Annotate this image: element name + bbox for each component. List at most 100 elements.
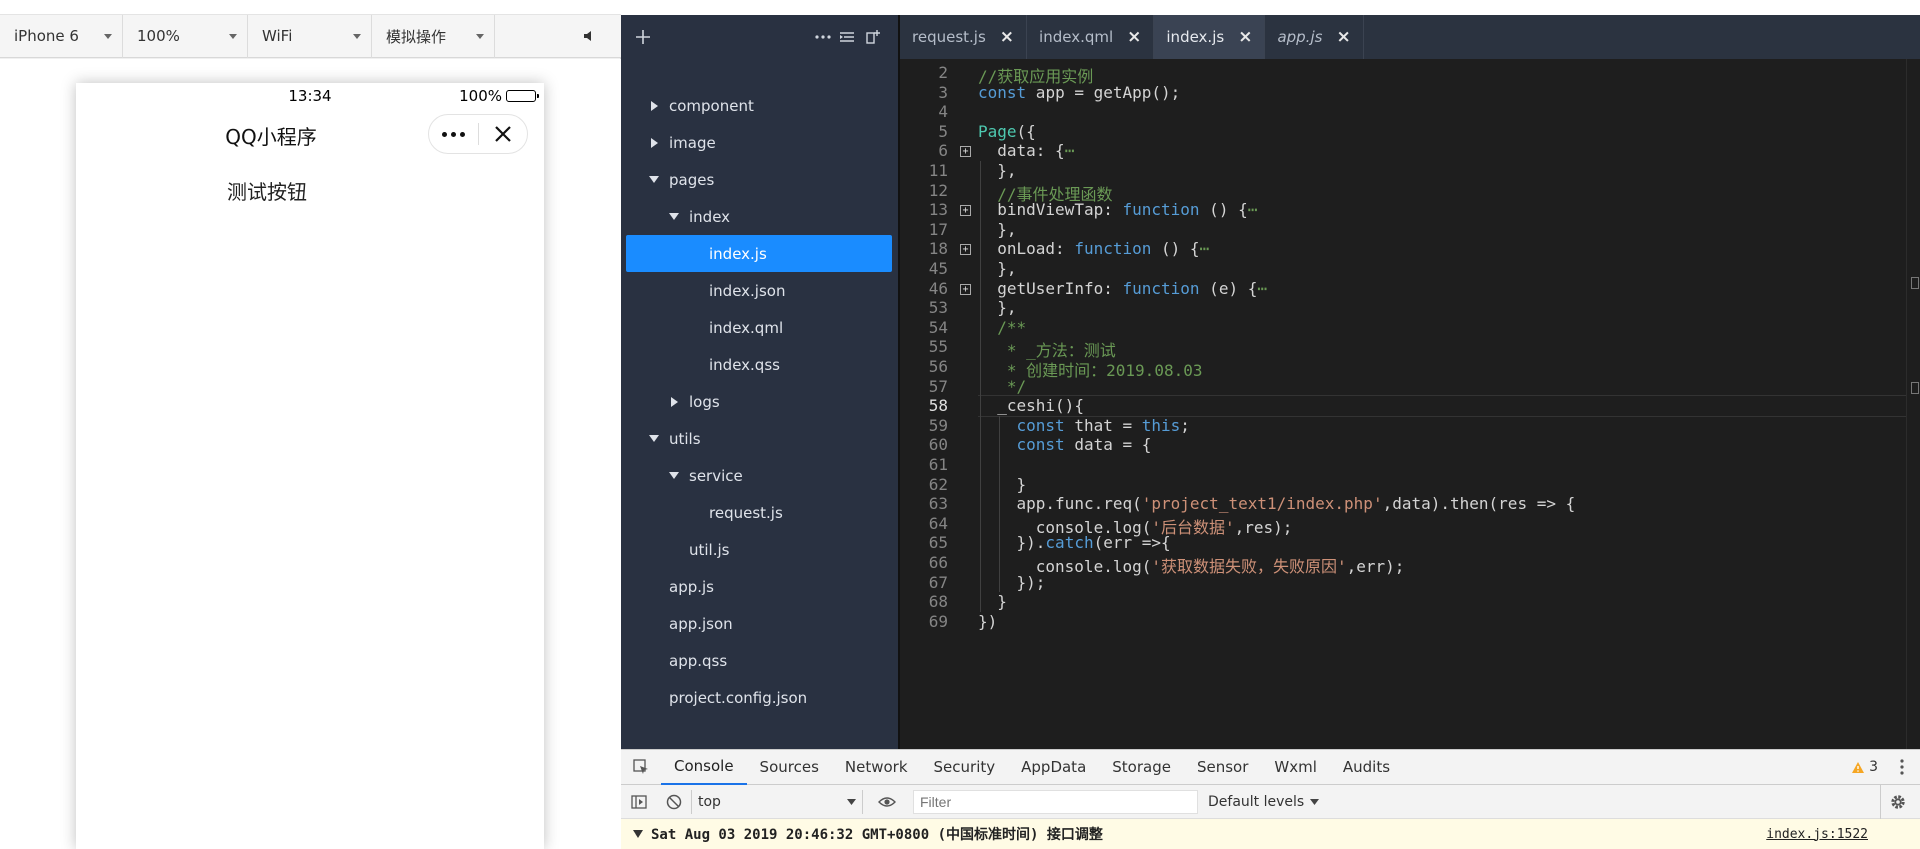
devtools-tab[interactable]: Console [661, 750, 747, 785]
editor-tab[interactable]: index.js × [1154, 15, 1266, 59]
code-token: app.func.req( [1016, 494, 1142, 514]
console-log-row[interactable]: Sat Aug 03 2019 20:46:32 GMT+0800 (中国标准时… [621, 819, 1920, 849]
ellipsis-icon [815, 35, 831, 39]
editor-tab[interactable]: app.js × [1265, 15, 1364, 59]
devtools-tab[interactable]: Wxml [1261, 750, 1330, 785]
code-token: function [1122, 200, 1200, 220]
code-token: data = { [1064, 435, 1152, 455]
code-area[interactable]: 2//获取应用实例 3 const app = getApp(); 4 5 Page({6… [900, 59, 1920, 749]
close-tab-icon[interactable]: × [1336, 27, 1350, 47]
chevron-down-icon [476, 33, 484, 39]
clear-console-button[interactable] [657, 785, 691, 819]
console-log-text: Sat Aug 03 2019 20:46:32 GMT+0800 (中国标准时… [651, 827, 1103, 843]
code-token: ,res); [1234, 517, 1293, 537]
tree-item[interactable]: request.js [621, 494, 898, 531]
close-button[interactable] [478, 115, 527, 153]
code-token: ⋯ [1257, 278, 1267, 298]
tree-item[interactable]: index [621, 198, 898, 235]
tree-item[interactable]: component [621, 87, 898, 124]
tree-item[interactable]: index.js [626, 235, 892, 272]
inspect-button[interactable] [621, 750, 661, 785]
devtools-tab[interactable]: Storage [1099, 750, 1184, 785]
console-filter-input[interactable] [913, 789, 1198, 814]
code-line: }, [997, 220, 1016, 239]
network-select[interactable]: WiFi [248, 14, 372, 58]
tree-item[interactable]: pages [621, 161, 898, 198]
devtools-tab[interactable]: Network [832, 750, 921, 785]
fold-expand-icon[interactable]: + [960, 146, 971, 158]
devtools-tab[interactable]: Security [921, 750, 1009, 785]
context-select[interactable]: top [691, 789, 863, 814]
more-options-button[interactable] [813, 15, 833, 59]
code-token: console.log( [1035, 557, 1152, 576]
battery-status: 100% [459, 87, 539, 105]
live-expression-button[interactable] [869, 785, 905, 819]
devtools-tab[interactable]: Sources [747, 750, 832, 785]
inspect-icon [633, 759, 648, 774]
devtools-tab[interactable]: Audits [1330, 750, 1403, 785]
code-line: onLoad: function () {⋯ [997, 239, 1209, 258]
console-toolbar: top Default levels [621, 784, 1920, 819]
operation-select[interactable]: 模拟操作 [372, 14, 495, 58]
collapse-all-button[interactable] [837, 15, 857, 59]
fold-expand-icon[interactable]: + [960, 205, 971, 217]
editor-tab[interactable]: request.js × [900, 15, 1028, 59]
fold-expand-icon[interactable]: + [960, 244, 971, 256]
code-token: */ [997, 376, 1027, 396]
device-select[interactable]: iPhone 6 [0, 14, 123, 58]
tree-item[interactable]: logs [621, 383, 898, 420]
line-number: 59 [928, 415, 948, 435]
tree-item[interactable]: index.qml [621, 309, 898, 346]
close-tab-icon[interactable]: × [1000, 27, 1014, 47]
tree-item[interactable]: app.js [621, 568, 898, 605]
warning-counter[interactable]: 3 [1851, 759, 1878, 775]
tree-item[interactable]: index.json [621, 272, 898, 309]
line-number: 58 [928, 396, 948, 416]
code-token: () { [1151, 239, 1200, 259]
line-number: 18 [928, 239, 948, 259]
close-tab-icon[interactable]: × [1127, 27, 1141, 47]
code-token: ⋯ [1064, 141, 1075, 161]
line-number: 4 [938, 102, 948, 122]
line-number: 3 [938, 82, 948, 102]
more-button[interactable] [429, 115, 478, 153]
volume-icon[interactable] [582, 29, 596, 43]
editor-tab-label: index.qml [1039, 28, 1114, 46]
code-line: const data = { [1017, 435, 1152, 454]
tree-item-label: index.qss [709, 355, 780, 374]
line-number: 45 [928, 259, 948, 278]
toggle-sidebar-button[interactable] [621, 785, 657, 819]
zoom-select[interactable]: 100% [123, 14, 248, 58]
tree-item[interactable]: app.qss [621, 642, 898, 679]
scroll-marker [1911, 382, 1919, 394]
tree-item[interactable]: app.json [621, 605, 898, 642]
tree-item[interactable]: utils [621, 420, 898, 457]
tree-item-label: service [689, 466, 743, 485]
console-settings-button[interactable] [1880, 784, 1914, 819]
log-levels-select[interactable]: Default levels [1208, 794, 1320, 810]
test-button[interactable]: 测试按钮 [76, 176, 458, 205]
fold-expand-icon[interactable]: + [960, 283, 971, 295]
code-token: 'project_text1/index.php' [1141, 494, 1383, 514]
add-file-button[interactable] [633, 15, 653, 59]
code-token: data: { [997, 141, 1065, 161]
code-token: ,err); [1346, 557, 1405, 576]
expand-triangle-icon[interactable] [633, 830, 643, 838]
devtools-menu-button[interactable] [1892, 750, 1912, 785]
indent-guide [980, 161, 981, 612]
network-select-label: WiFi [262, 27, 293, 45]
new-folder-button[interactable] [863, 15, 883, 59]
log-source-link[interactable]: index.js:1522 [1766, 827, 1868, 842]
caret-right-icon [651, 100, 658, 111]
close-tab-icon[interactable]: × [1238, 27, 1252, 47]
editor-scrollbar[interactable] [1906, 59, 1920, 749]
editor-tab[interactable]: index.qml × [1027, 15, 1155, 59]
line-number: 57 [928, 376, 948, 396]
tree-item[interactable]: service [621, 457, 898, 494]
devtools-tab[interactable]: Sensor [1184, 750, 1261, 785]
tree-item[interactable]: index.qss [621, 346, 898, 383]
tree-item[interactable]: image [621, 124, 898, 161]
tree-item[interactable]: project.config.json [621, 679, 898, 716]
devtools-tab[interactable]: AppData [1008, 750, 1099, 785]
tree-item[interactable]: util.js [621, 531, 898, 568]
